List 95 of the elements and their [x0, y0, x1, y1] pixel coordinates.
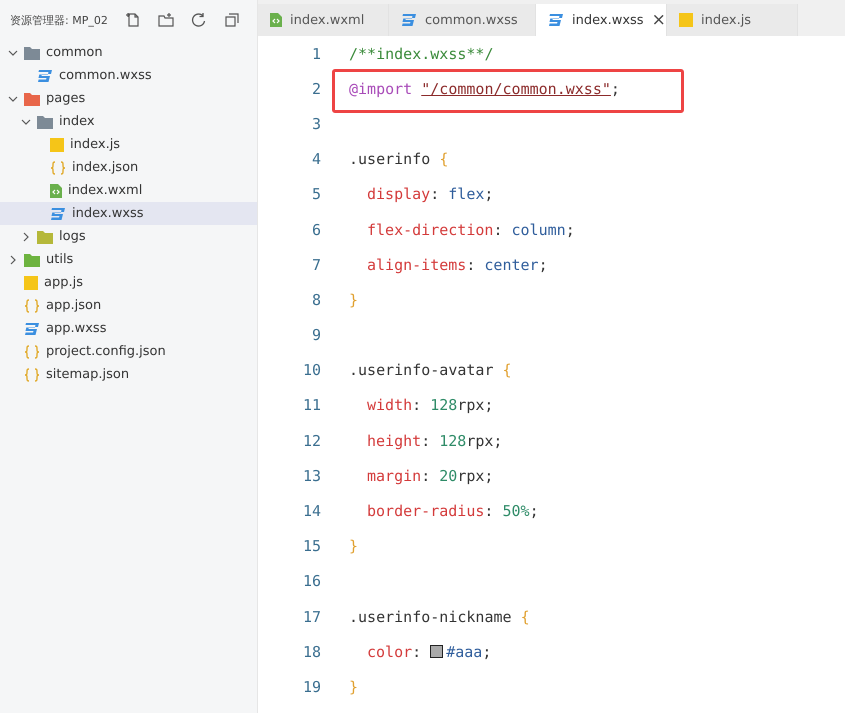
- braces-icon: [50, 160, 66, 174]
- code-text: color:: [367, 642, 422, 661]
- file-name: common: [46, 45, 103, 60]
- line-number: 15: [302, 537, 321, 556]
- css-file-icon: [24, 322, 40, 336]
- line-number: 5: [310, 185, 321, 204]
- css-file-icon: [401, 13, 417, 27]
- code-text: }: [349, 678, 358, 696]
- new-file-icon[interactable]: [124, 12, 141, 28]
- tree-item[interactable]: app.json: [0, 294, 257, 317]
- refresh-icon[interactable]: [190, 12, 207, 28]
- line-number: 17: [302, 608, 321, 626]
- chevron-right-icon[interactable]: [8, 254, 18, 264]
- file-name: logs: [59, 229, 86, 244]
- tree-item[interactable]: project.config.json: [0, 340, 257, 363]
- editor-tab[interactable]: index.wxml: [258, 4, 389, 36]
- code-text: width: 128 rpx;: [367, 396, 494, 414]
- line-number: 13: [302, 466, 321, 485]
- collapse-all-icon[interactable]: [224, 12, 240, 28]
- tree-item[interactable]: pages: [0, 87, 257, 110]
- file-name: app.js: [44, 275, 83, 290]
- line-number: 11: [302, 396, 321, 414]
- braces-icon: [24, 344, 40, 358]
- file-name: project.config.json: [46, 344, 166, 359]
- code-text: margin: 20 rpx;: [367, 466, 494, 485]
- file-name: app.json: [46, 298, 102, 313]
- line-number: 18: [302, 642, 321, 661]
- line-number: 12: [302, 432, 321, 450]
- tree-item[interactable]: app.wxss: [0, 317, 257, 340]
- line-number: 7: [310, 256, 321, 274]
- chevron-down-icon[interactable]: [21, 116, 31, 126]
- file-name: index: [59, 114, 95, 129]
- editor-tab[interactable]: index.js: [667, 4, 798, 36]
- tree-item[interactable]: index.wxss: [0, 202, 257, 225]
- editor-tab[interactable]: index.wxss ×: [536, 4, 667, 36]
- line-number: 9: [310, 326, 321, 344]
- code-text: }: [349, 290, 358, 309]
- close-icon[interactable]: ×: [652, 12, 666, 28]
- file-name: app.wxss: [46, 321, 106, 336]
- file-name: common.wxss: [59, 68, 152, 83]
- code-text: height: 128 rpx;: [367, 432, 502, 450]
- chevron-down-icon[interactable]: [8, 48, 18, 58]
- editor-tab[interactable]: common.wxss: [389, 4, 536, 36]
- tree-item[interactable]: common.wxss: [0, 64, 257, 87]
- tree-item[interactable]: app.js: [0, 271, 257, 294]
- new-folder-icon[interactable]: [158, 12, 174, 28]
- tree-item[interactable]: index.json: [0, 156, 257, 179]
- line-number: 19: [302, 678, 321, 696]
- code-text: display: flex;: [367, 185, 494, 204]
- line-number: 3: [310, 114, 321, 133]
- line-number: 6: [310, 220, 321, 239]
- chevron-right-icon[interactable]: [21, 232, 31, 242]
- js-file-icon: [50, 138, 64, 152]
- wxml-file-icon: [270, 13, 282, 27]
- line-number: 16: [302, 572, 321, 590]
- file-name: index.js: [70, 137, 120, 152]
- line-number: 1: [310, 44, 321, 63]
- js-file-icon: [679, 13, 693, 27]
- tree-item[interactable]: index.js: [0, 133, 257, 156]
- file-name: index.wxss: [72, 206, 144, 221]
- line-number: 4: [310, 150, 321, 168]
- css-file-icon: [37, 68, 53, 82]
- code-text: .userinfo-avatar {: [349, 361, 512, 380]
- file-name: index.json: [72, 160, 138, 175]
- explorer-title: 资源管理器: MP_02: [10, 12, 108, 28]
- file-name: utils: [46, 252, 74, 267]
- tree-item[interactable]: index.wxml: [0, 179, 257, 202]
- tree-item[interactable]: logs: [0, 225, 257, 248]
- code-text: /**index.wxss**/: [349, 44, 494, 63]
- tree-item[interactable]: utils: [0, 248, 257, 271]
- braces-icon: [24, 368, 40, 382]
- code-text: .userinfo {: [349, 150, 448, 168]
- code-text: align-items: center;: [367, 256, 548, 274]
- css-file-icon: [548, 13, 564, 27]
- line-number: 8: [310, 290, 321, 309]
- tree-item[interactable]: common: [0, 41, 257, 64]
- code-text: .userinfo-nickname {: [349, 608, 530, 626]
- code-text: }: [349, 537, 358, 556]
- js-file-icon: [24, 276, 38, 290]
- tree-item[interactable]: sitemap.json: [0, 363, 257, 386]
- line-number: 2: [310, 80, 321, 98]
- braces-icon: [24, 298, 40, 312]
- line-number: 10: [302, 361, 321, 380]
- wxml-file-icon: [50, 184, 62, 198]
- code-text: #aaa;: [446, 642, 492, 661]
- file-name: index.wxml: [68, 183, 142, 198]
- file-name: pages: [46, 91, 86, 106]
- code-text: border-radius: 50%;: [367, 502, 539, 520]
- css-file-icon: [50, 206, 66, 220]
- code-text: flex-direction: column;: [367, 220, 575, 239]
- file-name: sitemap.json: [46, 367, 130, 382]
- code-text: @import "/common/common.wxss";: [349, 80, 620, 98]
- tree-item[interactable]: index: [0, 110, 257, 133]
- line-number: 14: [302, 502, 321, 520]
- chevron-down-icon[interactable]: [8, 94, 18, 104]
